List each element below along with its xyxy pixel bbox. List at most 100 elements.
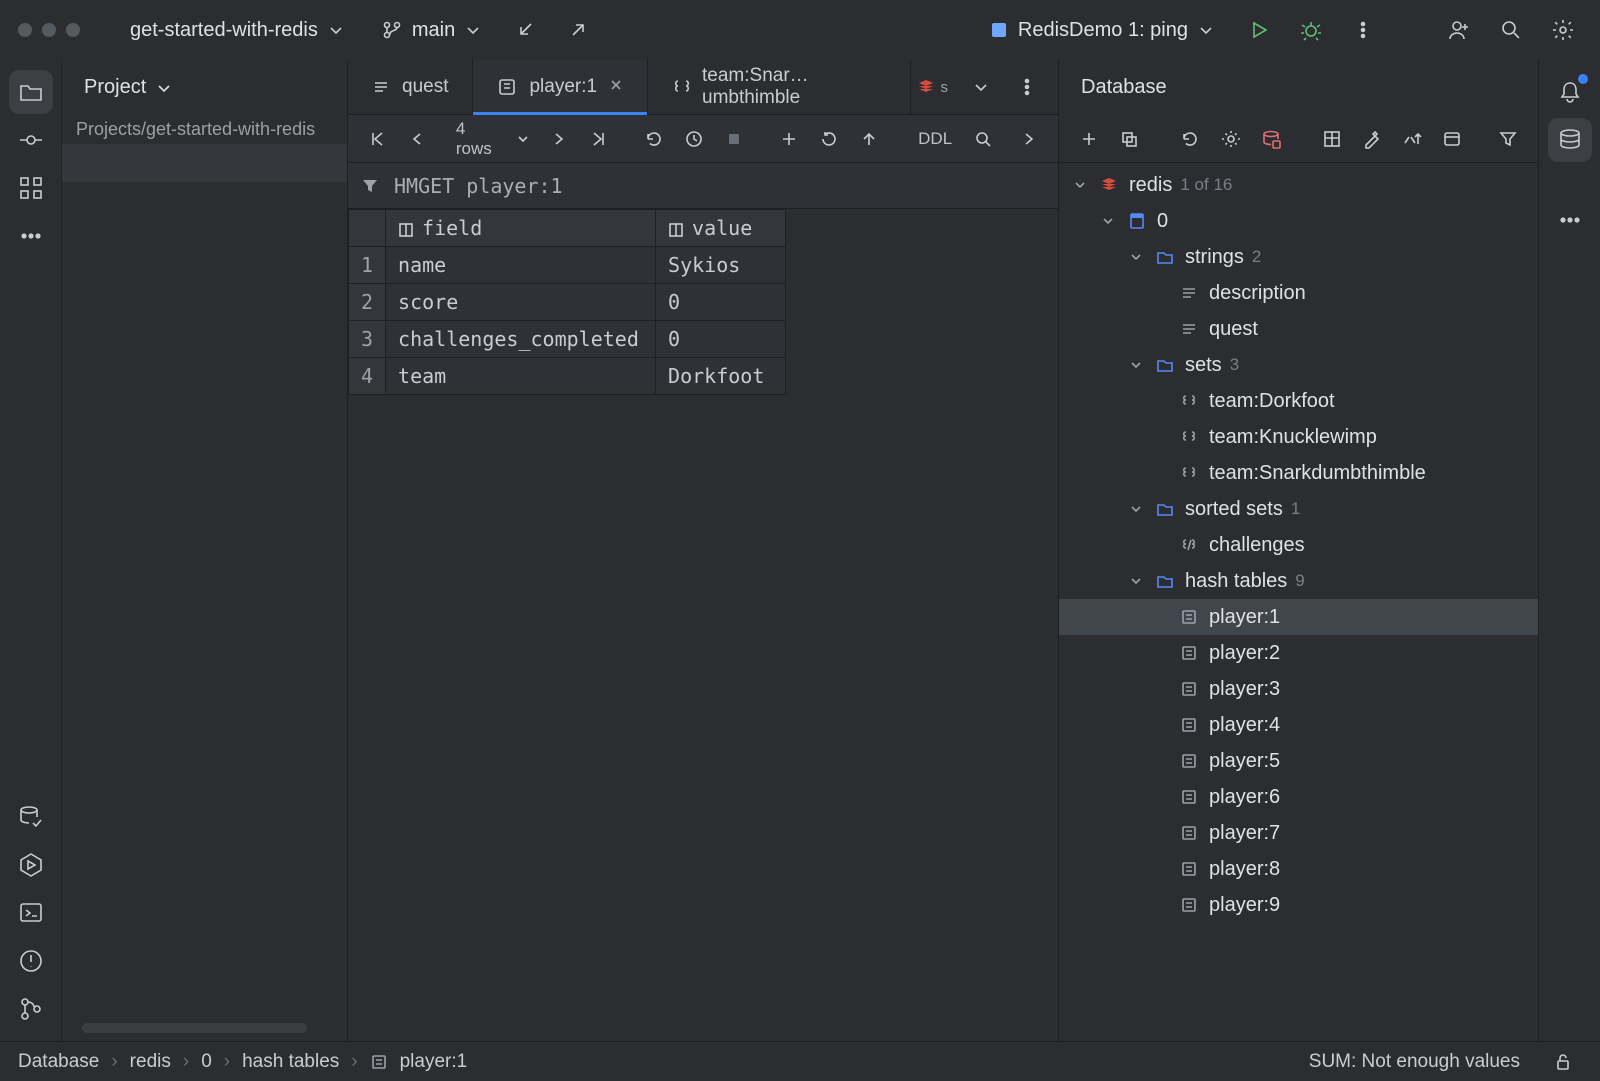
last-page-button[interactable]	[582, 120, 616, 158]
tree-key-player-6[interactable]: player:6	[1059, 779, 1538, 815]
row-count-dropdown[interactable]: 4 rows	[440, 117, 536, 161]
project-panel-header[interactable]: Project	[62, 60, 347, 115]
tab-player-1[interactable]: player:1	[473, 60, 648, 114]
breadcrumb-item[interactable]: redis	[130, 1051, 171, 1073]
stop-button[interactable]	[717, 120, 751, 158]
tree-key-description[interactable]: description	[1059, 275, 1538, 311]
refresh-button[interactable]	[1172, 120, 1208, 158]
tree-key-challenges[interactable]: challenges	[1059, 527, 1538, 563]
scrollbar-horizontal[interactable]	[82, 1023, 307, 1033]
datasource-properties-button[interactable]	[1213, 120, 1249, 158]
terminal-tool-button[interactable]	[9, 891, 53, 935]
tree-group-strings[interactable]: strings 2	[1059, 239, 1538, 275]
more-actions-button[interactable]	[1344, 11, 1382, 49]
add-row-button[interactable]	[772, 120, 806, 158]
open-console-button[interactable]	[1434, 120, 1470, 158]
cell-value[interactable]: 0	[656, 284, 786, 321]
table-view-button[interactable]	[1314, 120, 1350, 158]
problems-tool-button[interactable]	[9, 939, 53, 983]
table-row[interactable]: 4teamDorkfoot	[349, 358, 786, 395]
search-everywhere-button[interactable]	[1492, 11, 1530, 49]
tree-key-player-2[interactable]: player:2	[1059, 635, 1538, 671]
search-grid-button[interactable]	[966, 120, 1000, 158]
table-row[interactable]: 1nameSykios	[349, 247, 786, 284]
breadcrumb-item[interactable]: 0	[201, 1051, 212, 1073]
tree-key-player-1[interactable]: player:1	[1059, 599, 1538, 635]
tree-key-player-5[interactable]: player:5	[1059, 743, 1538, 779]
table-row[interactable]: 3challenges_completed0	[349, 321, 786, 358]
auto-refresh-button[interactable]	[677, 120, 711, 158]
tree-key-team-knucklewimp[interactable]: team:Knucklewimp	[1059, 419, 1538, 455]
next-page-button[interactable]	[542, 120, 576, 158]
run-config-dropdown[interactable]: RedisDemo 1: ping	[978, 13, 1226, 48]
tree-group-sets[interactable]: sets 3	[1059, 347, 1538, 383]
submit-button[interactable]	[852, 120, 886, 158]
table-row[interactable]: 2score0	[349, 284, 786, 321]
new-datasource-button[interactable]	[1071, 120, 1107, 158]
incoming-changes-button[interactable]	[507, 11, 545, 49]
disconnect-button[interactable]	[1253, 120, 1289, 158]
first-page-button[interactable]	[360, 120, 394, 158]
jump-to-console-button[interactable]	[1394, 120, 1430, 158]
structure-tool-button[interactable]	[9, 166, 53, 210]
datasource-indicator[interactable]: s	[911, 68, 955, 106]
settings-button[interactable]	[1544, 11, 1582, 49]
col-value[interactable]: value	[656, 210, 786, 247]
vcs-tool-button[interactable]	[9, 987, 53, 1031]
debug-button[interactable]	[1292, 11, 1330, 49]
branch-dropdown[interactable]: main	[370, 13, 493, 48]
window-controls[interactable]	[18, 23, 80, 37]
filter-button[interactable]	[1490, 120, 1526, 158]
cell-field[interactable]: challenges_completed	[386, 321, 656, 358]
col-index[interactable]	[349, 210, 386, 247]
tree-key-team-dorkfoot[interactable]: team:Dorkfoot	[1059, 383, 1538, 419]
commit-tool-button[interactable]	[9, 118, 53, 162]
code-with-me-button[interactable]	[1440, 11, 1478, 49]
services-tool-button[interactable]	[9, 843, 53, 887]
edit-button[interactable]	[1354, 120, 1390, 158]
close-tab-button[interactable]	[609, 76, 623, 98]
project-selected-row[interactable]	[62, 144, 347, 182]
tab-list-dropdown[interactable]	[962, 68, 1000, 106]
query-text[interactable]: HMGET player:1	[394, 174, 563, 198]
breadcrumb-item[interactable]: player:1	[400, 1051, 468, 1073]
run-button[interactable]	[1240, 11, 1278, 49]
tab-team-snark[interactable]: team:Snar…umbthimble	[648, 60, 910, 114]
cell-field[interactable]: score	[386, 284, 656, 321]
notifications-button[interactable]	[1548, 70, 1592, 114]
cell-value[interactable]: 0	[656, 321, 786, 358]
database-tool-bottom[interactable]	[9, 795, 53, 839]
tree-key-player-7[interactable]: player:7	[1059, 815, 1538, 851]
duplicate-button[interactable]	[1111, 120, 1147, 158]
tree-key-team-snark[interactable]: team:Snarkdumbthimble	[1059, 455, 1538, 491]
more-tools-button[interactable]	[9, 214, 53, 258]
ddl-button[interactable]: DDL	[910, 129, 960, 149]
cell-field[interactable]: name	[386, 247, 656, 284]
expand-toolbar-button[interactable]	[1012, 120, 1046, 158]
tree-key-player-3[interactable]: player:3	[1059, 671, 1538, 707]
revert-button[interactable]	[812, 120, 846, 158]
prev-page-button[interactable]	[400, 120, 434, 158]
more-right-tools-button[interactable]	[1548, 198, 1592, 242]
tree-db-0[interactable]: 0	[1059, 203, 1538, 239]
tree-key-player-8[interactable]: player:8	[1059, 851, 1538, 887]
project-tool-button[interactable]	[9, 70, 53, 114]
reload-button[interactable]	[637, 120, 671, 158]
tree-datasource-redis[interactable]: redis 1 of 16	[1059, 167, 1538, 203]
cell-field[interactable]: team	[386, 358, 656, 395]
tree-group-sorted-sets[interactable]: sorted sets 1	[1059, 491, 1538, 527]
breadcrumb-item[interactable]: Database	[18, 1051, 99, 1073]
tree-key-quest[interactable]: quest	[1059, 311, 1538, 347]
result-table[interactable]: field value 1nameSykios 2score0 3challen…	[348, 209, 786, 395]
tab-quest[interactable]: quest	[348, 60, 473, 114]
database-rail-button[interactable]	[1548, 118, 1592, 162]
col-field[interactable]: field	[386, 210, 656, 247]
breadcrumb-item[interactable]: hash tables	[242, 1051, 339, 1073]
lock-button[interactable]	[1544, 1043, 1582, 1081]
tree-group-hash-tables[interactable]: hash tables 9	[1059, 563, 1538, 599]
project-dropdown[interactable]: get-started-with-redis	[118, 13, 356, 48]
tree-key-player-4[interactable]: player:4	[1059, 707, 1538, 743]
cell-value[interactable]: Sykios	[656, 247, 786, 284]
tree-key-player-9[interactable]: player:9	[1059, 887, 1538, 923]
cell-value[interactable]: Dorkfoot	[656, 358, 786, 395]
